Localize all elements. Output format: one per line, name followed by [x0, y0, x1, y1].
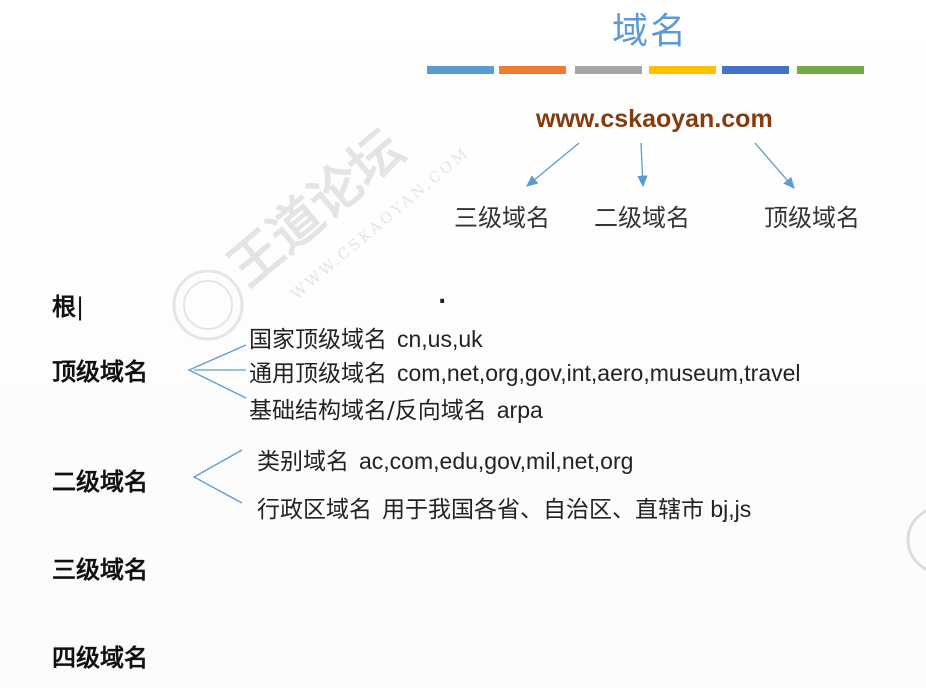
color-bar-segment	[797, 66, 864, 74]
label-second-level: 二级域名	[594, 204, 690, 232]
color-bar-segment	[427, 66, 494, 74]
level-top: 顶级域名	[52, 358, 148, 386]
watermark-cn: 王道论坛	[218, 119, 416, 299]
item-value: com,net,org,gov,int,aero,museum,travel	[397, 360, 801, 386]
item-value: cn,us,uk	[397, 326, 483, 352]
item-label: 国家顶级域名	[249, 327, 387, 353]
top-level-item: 通用顶级域名 com,net,org,gov,int,aero,museum,tr…	[249, 354, 801, 388]
level-root: 根|	[52, 293, 85, 321]
bracket-top-level	[187, 344, 247, 399]
item-label: 类别域名	[257, 449, 349, 475]
item-label: 基础结构域名/反向域名	[249, 398, 487, 424]
level-fourth: 四级域名	[52, 644, 148, 672]
label-top-level: 顶级域名	[764, 204, 860, 232]
watermark-edge-logo	[906, 509, 926, 571]
level-root-text: 根	[52, 293, 76, 321]
item-label: 通用顶级域名	[249, 361, 387, 387]
slide: 王道论坛 WWW.CSKAOYAN.COM 域名 www.cskaoyan.co…	[0, 0, 926, 688]
color-bar-segment	[575, 66, 642, 74]
arrow-second-level	[637, 142, 648, 188]
arrow-third-level	[525, 142, 580, 187]
label-third-level: 三级域名	[454, 204, 550, 232]
item-value: arpa	[496, 397, 543, 423]
watermark-en: WWW.CSKAOYAN.COM	[287, 143, 473, 303]
top-level-item: 国家顶级域名 cn,us,uk	[249, 320, 483, 354]
level-third: 三级域名	[52, 556, 148, 584]
example-url: www.cskaoyan.com	[536, 105, 773, 133]
top-level-item: 基础结构域名/反向域名 arpa	[249, 391, 543, 425]
second-level-item: 行政区域名 用于我国各省、自治区、直辖市 bj,js	[257, 490, 751, 524]
page-title: 域名	[612, 11, 689, 52]
color-bar-segment	[722, 66, 789, 74]
item-value: 用于我国各省、自治区、直辖市 bj,js	[382, 496, 752, 522]
color-bar-segment	[649, 66, 716, 74]
color-bar-segment	[499, 66, 566, 74]
item-value: ac,com,edu,gov,mil,net,org	[359, 448, 634, 474]
second-level-item: 类别域名 ac,com,edu,gov,mil,net,org	[257, 442, 633, 476]
bracket-second-level	[192, 449, 243, 504]
level-second: 二级域名	[52, 468, 148, 496]
arrow-top-level	[754, 142, 795, 189]
item-label: 行政区域名	[257, 497, 372, 523]
root-dot: .	[438, 284, 447, 309]
watermark-logo: 王道论坛 WWW.CSKAOYAN.COM	[172, 119, 473, 341]
